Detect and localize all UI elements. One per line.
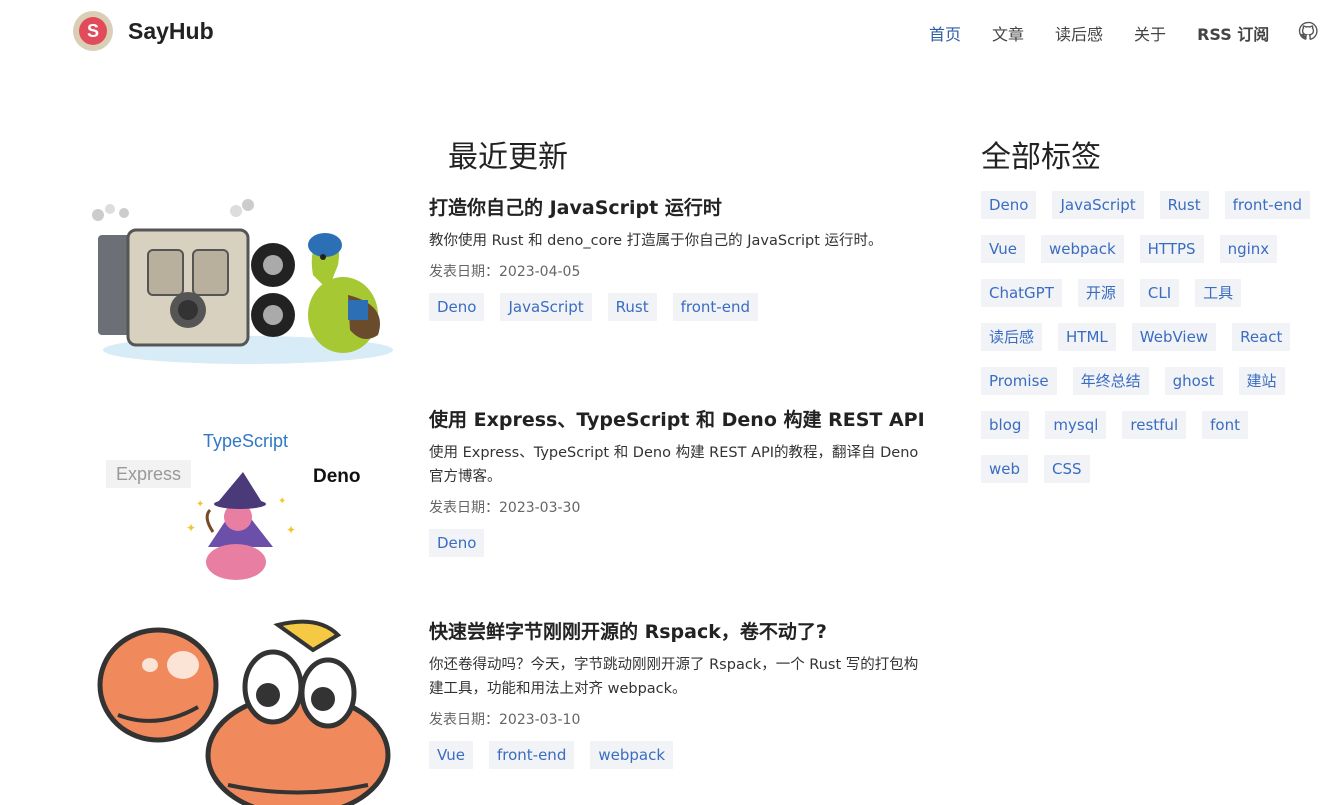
tag-cloud-item[interactable]: HTTPS: [1139, 235, 1204, 263]
tag-cloud-item[interactable]: CSS: [1044, 455, 1090, 483]
main-nav: 首页 文章 读后感 关于 RSS 订阅: [929, 21, 1300, 45]
tag-cloud-item[interactable]: React: [1232, 323, 1291, 351]
nav-home[interactable]: 首页: [929, 21, 961, 45]
post-thumbnail[interactable]: TypeScript Express Deno ✦ ✦ ✦ ✦: [88, 422, 408, 602]
tag-cloud-item[interactable]: 建站: [1238, 367, 1285, 395]
tag-cloud-item[interactable]: JavaScript: [1052, 191, 1144, 219]
nav-articles[interactable]: 文章: [992, 21, 1024, 45]
tag-cloud-item[interactable]: blog: [981, 411, 1030, 439]
github-icon[interactable]: [1298, 21, 1318, 41]
tag-cloud-item[interactable]: 开源: [1077, 279, 1124, 307]
post-thumbnail[interactable]: [88, 195, 408, 375]
site-logo[interactable]: S: [73, 11, 113, 51]
post-description: 教你使用 Rust 和 deno_core 打造属于你自己的 JavaScrip…: [429, 233, 883, 249]
post-date: 发表日期：2023-03-30: [429, 500, 581, 516]
crab-illustration: [97, 619, 391, 805]
typescript-logo-text: TypeScript: [203, 431, 288, 451]
post-tags: Vue front-end webpack: [429, 741, 929, 769]
post-card[interactable]: 快速尝鲜字节刚刚开源的 Rspack，卷不动了? 你还卷得动吗？今天，字节跳动刚…: [88, 619, 918, 805]
tags-panel-title: 全部标签: [981, 140, 1101, 175]
post-description: 使用 Express、TypeScript 和 Deno 构建 REST API…: [429, 445, 919, 485]
post-title[interactable]: 快速尝鲜字节刚刚开源的 Rspack，卷不动了?: [429, 619, 929, 645]
express-typescript-deno-illustration: TypeScript Express Deno ✦ ✦ ✦ ✦: [106, 431, 361, 580]
tag-cloud-item[interactable]: font: [1202, 411, 1248, 439]
tag-cloud-item[interactable]: restful: [1122, 411, 1187, 439]
tag-javascript[interactable]: JavaScript: [500, 293, 592, 321]
express-logo-text: Express: [116, 464, 181, 484]
tag-cloud-item[interactable]: 读后感: [981, 323, 1043, 351]
tag-cloud-item[interactable]: CLI: [1139, 279, 1180, 307]
tag-cloud-item[interactable]: Promise: [981, 367, 1057, 395]
svg-text:S: S: [87, 21, 99, 41]
post-body: 使用 Express、TypeScript 和 Deno 构建 REST API…: [429, 407, 929, 557]
svg-text:✦: ✦: [196, 499, 204, 510]
post-tags: Deno JavaScript Rust front-end: [429, 293, 929, 321]
deno-logo-text: Deno: [313, 466, 361, 487]
tag-front-end[interactable]: front-end: [672, 293, 758, 321]
engine-dino-illustration: [92, 199, 393, 364]
post-body: 快速尝鲜字节刚刚开源的 Rspack，卷不动了? 你还卷得动吗？今天，字节跳动刚…: [429, 619, 929, 769]
post-thumbnail[interactable]: [88, 615, 408, 805]
tag-cloud-item[interactable]: webpack: [1040, 235, 1124, 263]
tag-cloud-item[interactable]: mysql: [1045, 411, 1107, 439]
recent-title: 最近更新: [448, 140, 568, 175]
tag-deno[interactable]: Deno: [429, 529, 485, 557]
nav-reviews[interactable]: 读后感: [1055, 21, 1103, 45]
post-tags: Deno: [429, 529, 929, 557]
nav-about[interactable]: 关于: [1134, 21, 1166, 45]
post-description: 你还卷得动吗？今天，字节跳动刚刚开源了 Rspack，一个 Rust 写的打包构…: [429, 657, 919, 697]
tag-cloud-item[interactable]: Rust: [1159, 191, 1209, 219]
post-date: 发表日期：2023-04-05: [429, 264, 581, 280]
tag-vue[interactable]: Vue: [429, 741, 473, 769]
tag-rust[interactable]: Rust: [607, 293, 657, 321]
tag-webpack[interactable]: webpack: [590, 741, 674, 769]
tag-deno[interactable]: Deno: [429, 293, 485, 321]
tag-cloud-item[interactable]: ChatGPT: [981, 279, 1062, 307]
post-body: 打造你自己的 JavaScript 运行时 教你使用 Rust 和 deno_c…: [429, 195, 929, 321]
svg-text:✦: ✦: [286, 523, 296, 537]
nav-rss[interactable]: RSS 订阅: [1197, 21, 1269, 45]
post-card[interactable]: TypeScript Express Deno ✦ ✦ ✦ ✦ 使用 Expre…: [88, 407, 925, 587]
tag-cloud-item[interactable]: front-end: [1224, 191, 1310, 219]
logo-icon: S: [79, 17, 107, 45]
post-title[interactable]: 打造你自己的 JavaScript 运行时: [429, 195, 929, 221]
post-title[interactable]: 使用 Express、TypeScript 和 Deno 构建 REST API: [429, 407, 929, 433]
post-date: 发表日期：2023-03-10: [429, 712, 581, 728]
tag-cloud-item[interactable]: 工具: [1195, 279, 1242, 307]
tag-cloud-item[interactable]: 年终总结: [1072, 367, 1149, 395]
site-header: S SayHub 首页 文章 读后感 关于 RSS 订阅: [0, 0, 1340, 64]
tag-cloud: Deno JavaScript Rust front-end Vue webpa…: [981, 191, 1326, 499]
tag-cloud-item[interactable]: web: [981, 455, 1029, 483]
tag-front-end[interactable]: front-end: [488, 741, 575, 769]
tag-cloud-item[interactable]: HTML: [1058, 323, 1116, 351]
tag-cloud-item[interactable]: WebView: [1131, 323, 1217, 351]
tag-cloud-item[interactable]: Deno: [981, 191, 1037, 219]
brand-name[interactable]: SayHub: [128, 18, 214, 45]
svg-text:✦: ✦: [278, 496, 286, 507]
svg-text:✦: ✦: [186, 521, 196, 535]
tag-cloud-item[interactable]: Vue: [981, 235, 1025, 263]
post-card[interactable]: 打造你自己的 JavaScript 运行时 教你使用 Rust 和 deno_c…: [88, 195, 918, 375]
tag-cloud-item[interactable]: nginx: [1219, 235, 1278, 263]
tag-cloud-item[interactable]: ghost: [1164, 367, 1223, 395]
